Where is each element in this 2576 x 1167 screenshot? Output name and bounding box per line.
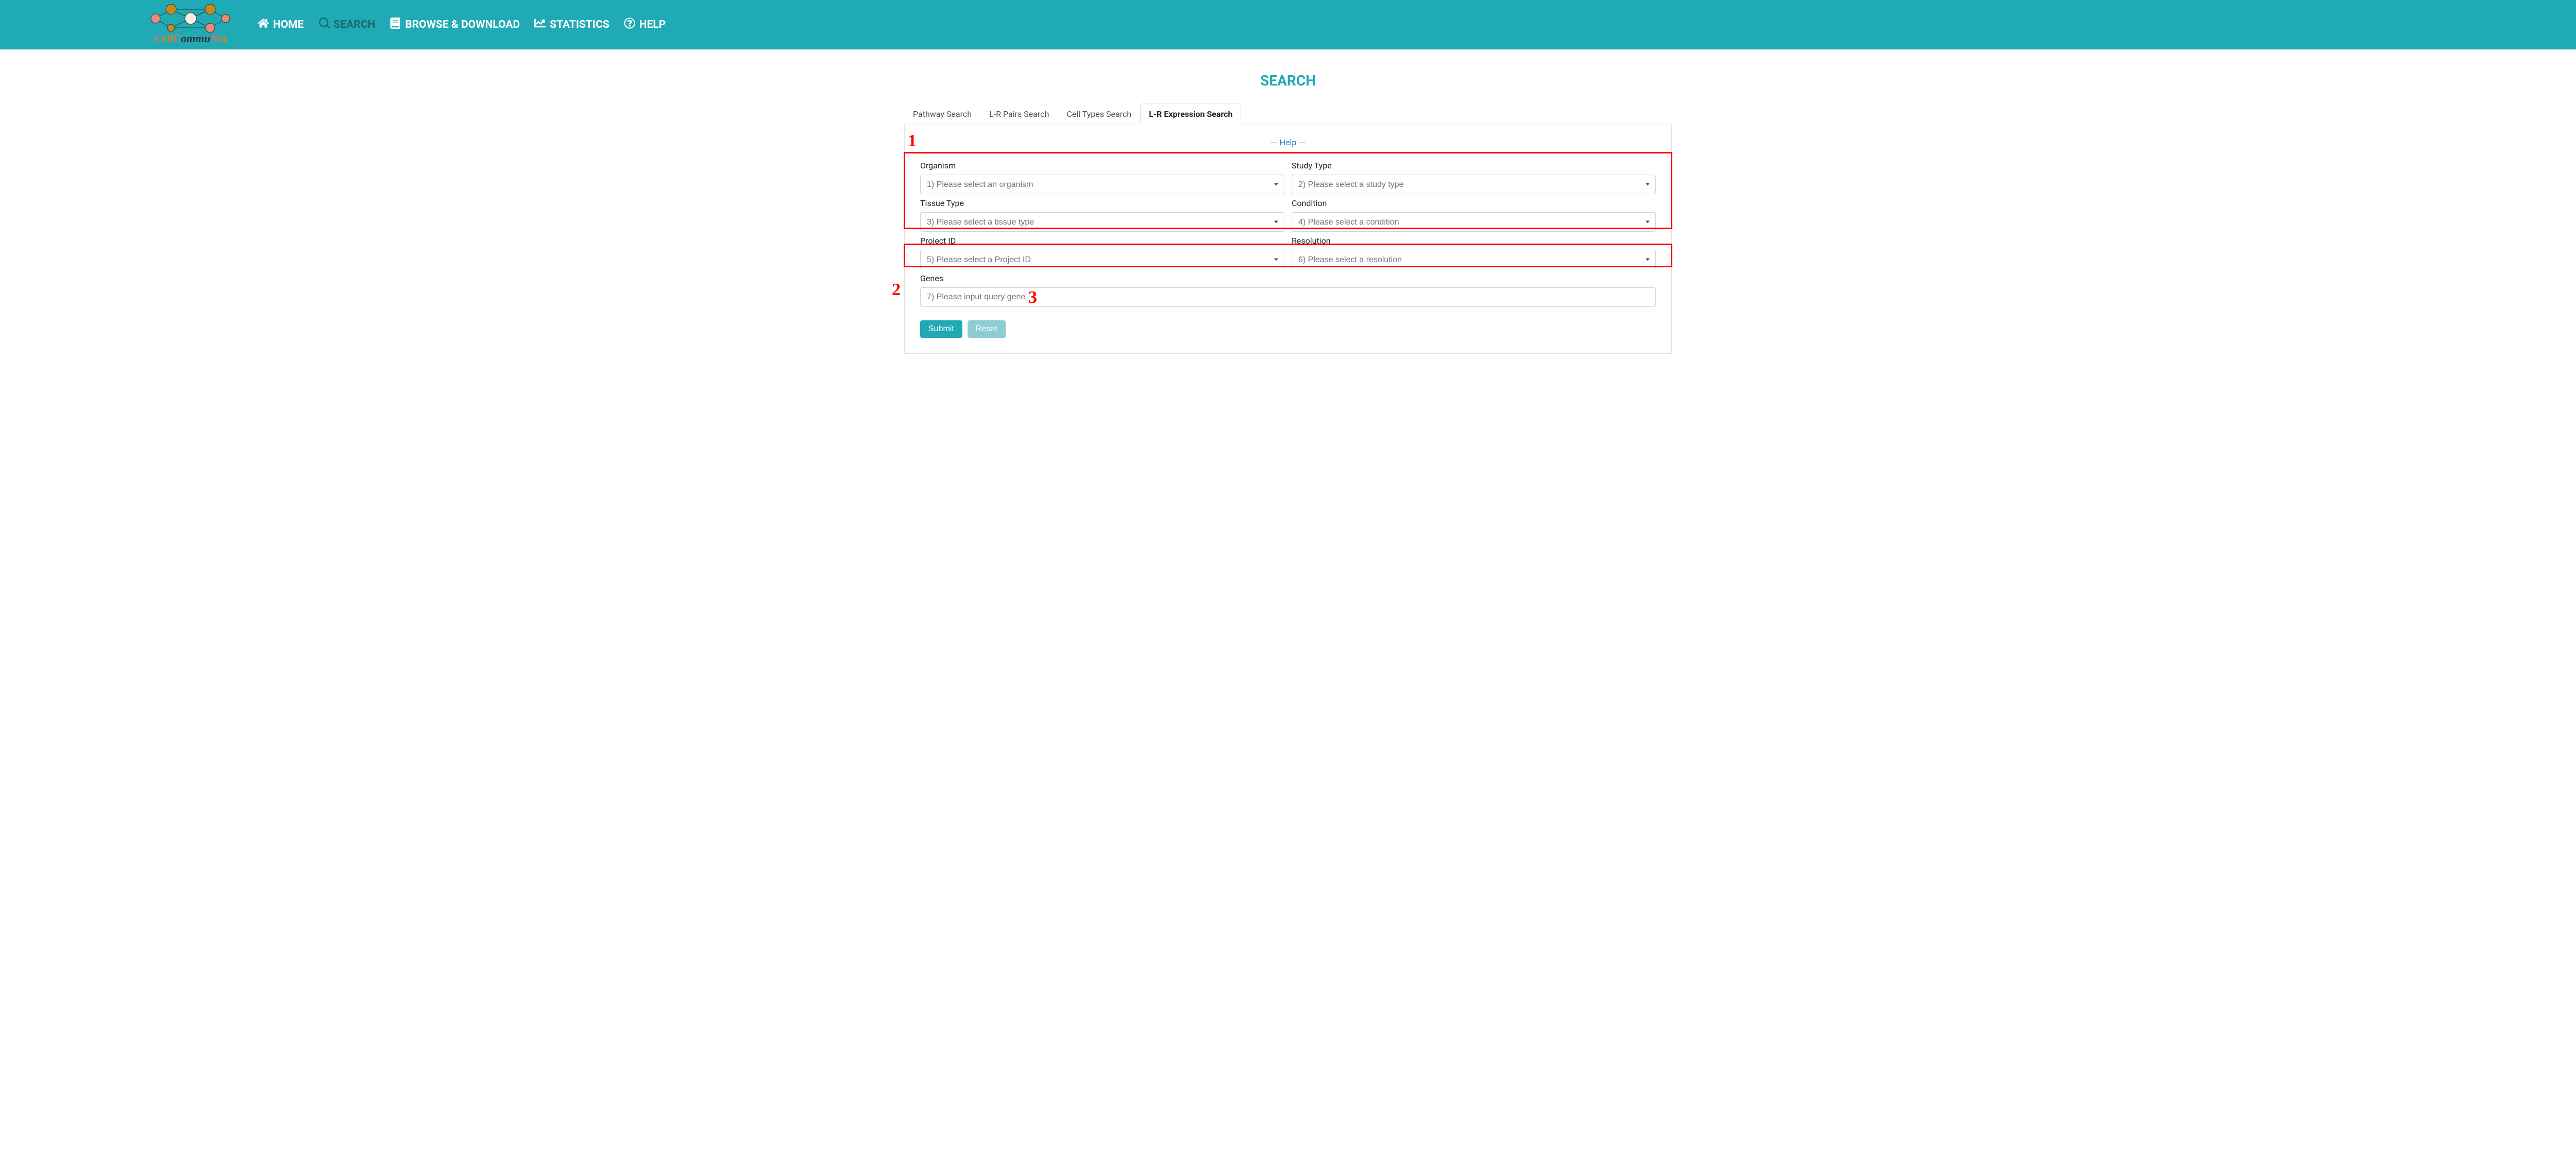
- tab-lr-pairs-search[interactable]: L-R Pairs Search: [980, 104, 1058, 124]
- tissue-type-label: Tissue Type: [920, 198, 1284, 208]
- search-icon: [318, 18, 330, 32]
- submit-button[interactable]: Submit: [920, 320, 962, 338]
- page-title: SEARCH: [904, 72, 1672, 89]
- tab-pathway-search[interactable]: Pathway Search: [904, 104, 980, 124]
- nav-help-label: HELP: [639, 19, 666, 31]
- question-circle-icon: [624, 18, 635, 32]
- study-type-label: Study Type: [1292, 161, 1656, 170]
- header: CellCommuNet HOME SEARCH BROWSE & DOWNLO…: [0, 0, 2576, 49]
- condition-label: Condition: [1292, 198, 1656, 208]
- chart-line-icon: [534, 18, 546, 32]
- nav-browse[interactable]: BROWSE & DOWNLOAD: [389, 18, 520, 32]
- project-id-select[interactable]: 5) Please select a Project ID: [920, 250, 1284, 269]
- search-panel: --- Help --- Organism 1) Please select a…: [904, 124, 1672, 354]
- content-container: SEARCH Pathway Search L-R Pairs Search C…: [894, 49, 1682, 369]
- annotation-number-2: 2: [892, 280, 901, 300]
- organism-select[interactable]: 1) Please select an organism: [920, 175, 1284, 194]
- nav-search-label: SEARCH: [334, 19, 376, 31]
- book-icon: [389, 18, 401, 32]
- nav-help[interactable]: HELP: [624, 18, 666, 32]
- study-type-select[interactable]: 2) Please select a study type: [1292, 175, 1656, 194]
- condition-select[interactable]: 4) Please select a condition: [1292, 212, 1656, 232]
- logo-text: CellCommuNet: [155, 32, 227, 45]
- annotation-number-1: 1: [908, 131, 917, 151]
- tab-lr-expression-search[interactable]: L-R Expression Search: [1140, 104, 1241, 124]
- genes-input[interactable]: [920, 287, 1656, 307]
- tab-cell-types-search[interactable]: Cell Types Search: [1058, 104, 1140, 124]
- nav-browse-label: BROWSE & DOWNLOAD: [405, 19, 520, 31]
- main-nav: HOME SEARCH BROWSE & DOWNLOAD STATISTICS…: [258, 18, 666, 32]
- help-link[interactable]: --- Help ---: [920, 138, 1656, 147]
- tissue-type-select[interactable]: 3) Please select a tissue type: [920, 212, 1284, 232]
- resolution-select[interactable]: 6) Please select a resolution: [1292, 250, 1656, 269]
- nav-stats-label: STATISTICS: [550, 19, 609, 31]
- organism-label: Organism: [920, 161, 1284, 170]
- nav-home-label: HOME: [273, 19, 304, 31]
- nav-statistics[interactable]: STATISTICS: [534, 18, 609, 32]
- nav-search[interactable]: SEARCH: [318, 18, 376, 32]
- search-tabs: Pathway Search L-R Pairs Search Cell Typ…: [904, 104, 1672, 124]
- logo-network-icon: [144, 4, 237, 33]
- genes-label: Genes: [920, 273, 1656, 283]
- resolution-label: Resolution: [1292, 236, 1656, 246]
- reset-button[interactable]: Reset: [968, 320, 1006, 338]
- home-icon: [258, 18, 269, 32]
- logo[interactable]: CellCommuNet: [144, 4, 237, 45]
- nav-home[interactable]: HOME: [258, 18, 304, 32]
- project-id-label: Project ID: [920, 236, 1284, 246]
